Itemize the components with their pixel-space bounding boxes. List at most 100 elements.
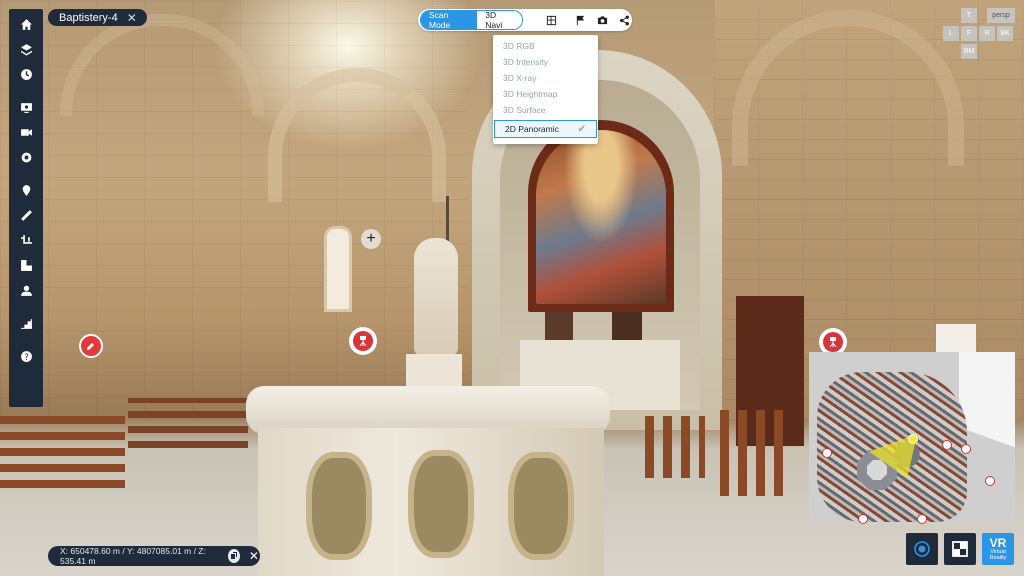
bench (128, 398, 248, 448)
settings-button[interactable] (9, 145, 43, 170)
flag-button[interactable] (573, 13, 587, 28)
close-coordinates-button[interactable]: ✕ (248, 549, 260, 563)
minimap-scan-point[interactable] (961, 444, 971, 454)
minimap-font-inner (867, 460, 887, 480)
tripod-scanner-icon (359, 336, 367, 347)
minimap-scan-point[interactable] (985, 476, 995, 486)
map-view-button[interactable] (944, 533, 976, 565)
minimap-scan-point[interactable] (858, 514, 868, 524)
left-toolbar: ? (9, 9, 43, 407)
clock-icon (20, 69, 32, 80)
view-top-button[interactable]: T (961, 8, 977, 23)
history-button[interactable] (9, 62, 43, 87)
ruler-icon (20, 210, 32, 221)
view-bottom-button[interactable]: BM (961, 44, 977, 59)
bench (0, 414, 125, 488)
font-panel (306, 452, 372, 560)
vr-label: VR (989, 535, 1007, 550)
help-button[interactable]: ? (9, 344, 43, 369)
minimap-scan-point[interactable] (822, 448, 832, 458)
camera-icon (597, 15, 608, 24)
view-cube: T persp L F R BK BM (943, 8, 1017, 62)
scan-position-marker[interactable] (349, 327, 377, 355)
3d-navi-button[interactable]: 3D Navi (477, 11, 522, 29)
menu-item-3d-heightmap[interactable]: 3D Heightmap (493, 86, 598, 102)
font-panel (408, 450, 474, 558)
perspective-toggle[interactable]: persp (987, 8, 1015, 23)
statue (414, 238, 458, 356)
svg-text:?: ? (24, 353, 29, 363)
stairs-icon (20, 319, 32, 329)
display-button[interactable] (9, 95, 43, 120)
top-toolbar: Scan Mode 3D Navi (418, 9, 632, 31)
view-front-button[interactable]: F (961, 26, 977, 41)
location-button[interactable] (9, 178, 43, 203)
settings-icon (21, 152, 31, 163)
coordinate-text: X: 650478.60 m / Y: 4807085.01 m / Z: 53… (60, 546, 206, 566)
flag-icon (576, 15, 584, 25)
minimap[interactable] (809, 352, 1015, 524)
radar-icon (914, 541, 930, 557)
snapshot-button[interactable] (595, 13, 609, 28)
help-icon: ? (20, 351, 32, 363)
altar-painting (536, 130, 666, 304)
scan-name: Baptistery-4 (59, 11, 118, 24)
group-button[interactable] (9, 278, 43, 303)
minimap-current-position (908, 434, 918, 444)
wall-poster (936, 324, 976, 354)
pencil-icon (87, 343, 94, 350)
view-back-button[interactable]: BK (997, 26, 1013, 41)
scan-mode-button[interactable]: Scan Mode (421, 11, 478, 29)
crop-button[interactable] (9, 228, 43, 253)
copy-icon (230, 552, 237, 559)
crop-icon (20, 235, 32, 244)
baptismal-font-rim (246, 386, 610, 434)
scan-name-tab[interactable]: Baptistery-4 ✕ (48, 9, 147, 26)
view-left-button[interactable]: L (943, 26, 959, 41)
share-icon (620, 15, 630, 25)
copy-coordinates-button[interactable] (227, 549, 240, 563)
bench (645, 416, 705, 478)
bench (720, 410, 790, 496)
vr-sublabel-2: Reality (989, 554, 1007, 561)
group-icon (20, 285, 32, 296)
camera-move-button[interactable] (9, 120, 43, 145)
camera-move-icon (20, 129, 32, 136)
share-button[interactable] (618, 13, 632, 28)
measurement-marker[interactable] (79, 334, 103, 358)
add-point-marker[interactable]: + (361, 229, 381, 249)
menu-item-3d-rgb[interactable]: 3D RGB (493, 38, 598, 54)
home-icon (20, 19, 32, 30)
stairs-button[interactable] (9, 311, 43, 336)
baptismal-font (258, 428, 604, 576)
view-mode-menu: 3D RGB 3D Intensity 3D X-ray 3D Heightma… (493, 35, 598, 144)
location-pin-icon (22, 185, 30, 196)
arched-window (324, 226, 352, 312)
minimap-scan-point[interactable] (917, 514, 927, 524)
layers-button[interactable] (9, 37, 43, 62)
grid-icon (547, 15, 557, 25)
close-scan-button[interactable]: ✕ (127, 11, 137, 25)
coordinate-readout: X: 650478.60 m / Y: 4807085.01 m / Z: 53… (48, 546, 260, 566)
mode-toggle: Scan Mode 3D Navi (420, 10, 523, 30)
menu-item-2d-panoramic[interactable]: 2D Panoramic ✔ (494, 120, 597, 138)
menu-item-3d-surface[interactable]: 3D Surface (493, 102, 598, 118)
display-icon (20, 103, 32, 113)
tripod-scanner-icon (829, 337, 837, 348)
measure-button[interactable] (9, 203, 43, 228)
check-icon: ✔ (577, 123, 586, 135)
compare-button[interactable] (9, 253, 43, 278)
font-panel (508, 452, 574, 560)
scan-locate-button[interactable] (906, 533, 938, 565)
view-right-button[interactable]: R (979, 26, 995, 41)
home-button[interactable] (9, 12, 43, 37)
menu-item-3d-intensity[interactable]: 3D Intensity (493, 54, 598, 70)
view-grid-button[interactable] (545, 13, 559, 28)
virtual-reality-button[interactable]: VR Virtual Reality (982, 533, 1014, 565)
minimap-scan-point[interactable] (942, 440, 952, 450)
layers-icon (20, 44, 32, 56)
minimap-background (959, 352, 1015, 524)
compare-icon (20, 260, 32, 271)
grid-square-icon (952, 541, 968, 557)
menu-item-3d-xray[interactable]: 3D X-ray (493, 70, 598, 86)
